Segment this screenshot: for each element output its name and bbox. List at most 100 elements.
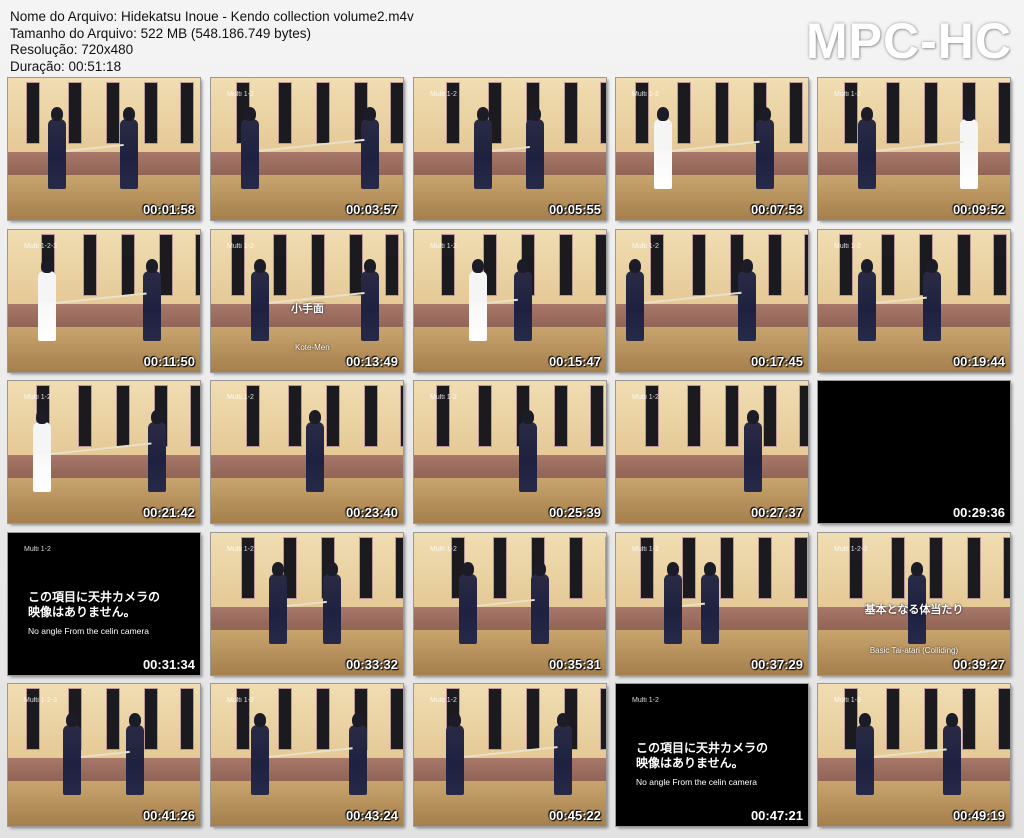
video-thumbnail[interactable]: Multi 1-2 この項目に天井カメラの 映像はありません。 No angle Fr… bbox=[615, 683, 809, 827]
video-thumbnail[interactable]: 00:29:36 bbox=[817, 380, 1011, 524]
video-thumbnail[interactable]: Multi 1-2 00:03:57 bbox=[210, 77, 404, 221]
thumbnail-timestamp: 00:33:32 bbox=[345, 657, 398, 672]
video-thumbnail[interactable]: Multi 1-2 00:27:37 bbox=[615, 380, 809, 524]
kendoka-figure bbox=[858, 258, 876, 341]
kendoka-figure bbox=[554, 712, 572, 795]
thumbnail-frame bbox=[211, 381, 403, 523]
kendoka-figure bbox=[269, 561, 287, 644]
video-thumbnail[interactable]: Multi 1-2 00:15:47 bbox=[413, 229, 607, 373]
video-thumbnail[interactable]: Multi 1-2 00:19:44 bbox=[817, 229, 1011, 373]
kendoka-figure bbox=[858, 106, 876, 189]
video-thumbnail[interactable]: Multi 1-2 00:33:32 bbox=[210, 532, 404, 676]
kendoka-figure bbox=[474, 106, 492, 189]
no-angle-message: この項目に天井カメラの 映像はありません。 No angle From the ce… bbox=[28, 590, 160, 636]
thumbnail-label: Multi 1-2 bbox=[632, 394, 659, 401]
kendoka-figure bbox=[361, 106, 379, 189]
kendoka-figure bbox=[654, 106, 672, 189]
video-thumbnail[interactable]: Multi 1-2 00:09:52 bbox=[817, 77, 1011, 221]
message-line: No angle From the celin camera bbox=[28, 626, 149, 636]
file-info: Nome do Arquivo: Hidekatsu Inoue - Kendo… bbox=[10, 9, 414, 75]
video-thumbnail[interactable]: Multi 1-2 この項目に天井カメラの 映像はありません。 No angle Fr… bbox=[7, 532, 201, 676]
thumbnail-label: Multi 1-2 bbox=[632, 243, 659, 250]
kendoka-figure bbox=[531, 561, 549, 644]
kendoka-figure bbox=[701, 561, 719, 644]
thumbnail-label: Multi 1-2 bbox=[227, 546, 254, 553]
thumbnail-caption: 基本となる体当たり bbox=[864, 604, 964, 616]
thumbnail-grid: 00:01:58 Multi 1-2 00:03:57 Multi 1-2 00:05:… bbox=[7, 77, 1018, 828]
thumbnail-label: Multi 1-2 bbox=[430, 91, 457, 98]
thumbnail-timestamp: 00:05:55 bbox=[548, 202, 601, 217]
thumbnail-frame bbox=[818, 381, 1010, 523]
kendoka-figure bbox=[469, 258, 487, 341]
thumbnail-frame bbox=[211, 533, 403, 675]
thumbnail-frame bbox=[211, 684, 403, 826]
kendoka-figure bbox=[446, 712, 464, 795]
thumbnail-timestamp: 00:41:26 bbox=[142, 808, 195, 823]
kendoka-figure bbox=[38, 258, 56, 341]
thumbnail-frame bbox=[616, 230, 808, 372]
thumbnail-label: Multi 1-2 bbox=[430, 546, 457, 553]
video-thumbnail[interactable]: Multi 1-2 00:21:42 bbox=[7, 380, 201, 524]
thumbnail-frame bbox=[818, 78, 1010, 220]
kendoka-figure bbox=[519, 409, 537, 492]
kendoka-figure bbox=[856, 712, 874, 795]
kendoka-figure bbox=[923, 258, 941, 341]
kendoka-figure bbox=[241, 106, 259, 189]
brand-logo: MPC-HC bbox=[806, 13, 1012, 69]
thumbnail-frame bbox=[211, 78, 403, 220]
video-thumbnail[interactable]: Multi 1-2 00:43:24 bbox=[210, 683, 404, 827]
thumbnail-timestamp: 00:03:57 bbox=[345, 202, 398, 217]
kendoka-figure bbox=[143, 258, 161, 341]
thumbnail-timestamp: 00:27:37 bbox=[750, 505, 803, 520]
thumbnail-timestamp: 00:43:24 bbox=[345, 808, 398, 823]
video-thumbnail[interactable]: Multi 1-2 00:17:45 bbox=[615, 229, 809, 373]
video-thumbnail[interactable]: Multi 1-2 00:25:39 bbox=[413, 380, 607, 524]
thumbnail-timestamp: 00:11:50 bbox=[143, 354, 195, 369]
thumbnail-subtitle: Basic Tai-atari (Colliding) bbox=[869, 646, 959, 655]
thumbnail-timestamp: 00:45:22 bbox=[548, 808, 601, 823]
video-thumbnail[interactable]: 00:01:58 bbox=[7, 77, 201, 221]
video-thumbnail[interactable]: Multi 1-2 00:23:40 bbox=[210, 380, 404, 524]
thumbnail-timestamp: 00:21:42 bbox=[142, 505, 195, 520]
thumbnail-frame bbox=[818, 230, 1010, 372]
thumbnail-frame bbox=[616, 381, 808, 523]
video-thumbnail[interactable]: Multi 1-2 00:35:31 bbox=[413, 532, 607, 676]
no-angle-message: この項目に天井カメラの 映像はありません。 No angle From the ce… bbox=[636, 741, 768, 787]
kendoka-figure bbox=[251, 258, 269, 341]
thumbnail-frame bbox=[818, 684, 1010, 826]
thumbnail-timestamp: 00:31:34 bbox=[142, 657, 195, 672]
kendoka-figure bbox=[960, 106, 978, 189]
kendoka-figure bbox=[756, 106, 774, 189]
thumbnail-label: Multi 1-2 bbox=[227, 243, 254, 250]
thumbnail-label: Multi 1-2 bbox=[430, 243, 457, 250]
thumbnail-label: Multi 1-2-3 bbox=[834, 546, 868, 553]
thumbnail-frame bbox=[414, 78, 606, 220]
video-thumbnail[interactable]: Multi 1-2 00:37:29 bbox=[615, 532, 809, 676]
video-thumbnail[interactable]: Multi 1-3 00:49:19 bbox=[817, 683, 1011, 827]
video-thumbnail[interactable]: Multi 1-2 00:07:53 bbox=[615, 77, 809, 221]
file-resolution: Resolução: 720x480 bbox=[10, 42, 134, 57]
thumbnail-timestamp: 00:19:44 bbox=[952, 354, 1005, 369]
thumbnail-frame bbox=[414, 533, 606, 675]
thumbnail-label: Multi 1-2 bbox=[227, 394, 254, 401]
thumbnail-label: Multi 1-2 bbox=[632, 91, 659, 98]
thumbnail-label: Multi 1-2 bbox=[227, 91, 254, 98]
kendoka-figure bbox=[626, 258, 644, 341]
kendoka-figure bbox=[514, 258, 532, 341]
video-thumbnail[interactable]: Multi 1-2 00:45:22 bbox=[413, 683, 607, 827]
message-line: No angle From the celin camera bbox=[636, 777, 757, 787]
thumbnail-frame bbox=[8, 230, 200, 372]
thumbnail-frame bbox=[616, 533, 808, 675]
video-thumbnail[interactable]: Multi 1-2-3 00:41:26 bbox=[7, 683, 201, 827]
kendoka-figure bbox=[148, 409, 166, 492]
kendoka-figure bbox=[361, 258, 379, 341]
video-thumbnail[interactable]: Multi 1-2 小手面 Kote-Men 00:13:49 bbox=[210, 229, 404, 373]
thumbnail-label: Multi 1-2 bbox=[24, 546, 51, 553]
thumbnail-label: Multi 1-2-3 bbox=[24, 243, 58, 250]
video-thumbnail[interactable]: Multi 1-2-3 00:11:50 bbox=[7, 229, 201, 373]
thumbnail-label: Multi 1-2 bbox=[834, 243, 861, 250]
video-thumbnail[interactable]: Multi 1-2-3 基本となる体当たり Basic Tai-atari (Col… bbox=[817, 532, 1011, 676]
video-thumbnail[interactable]: Multi 1-2 00:05:55 bbox=[413, 77, 607, 221]
thumbnail-label: Multi 1-2 bbox=[430, 697, 457, 704]
thumbnail-label: Multi 1-2 bbox=[227, 697, 254, 704]
